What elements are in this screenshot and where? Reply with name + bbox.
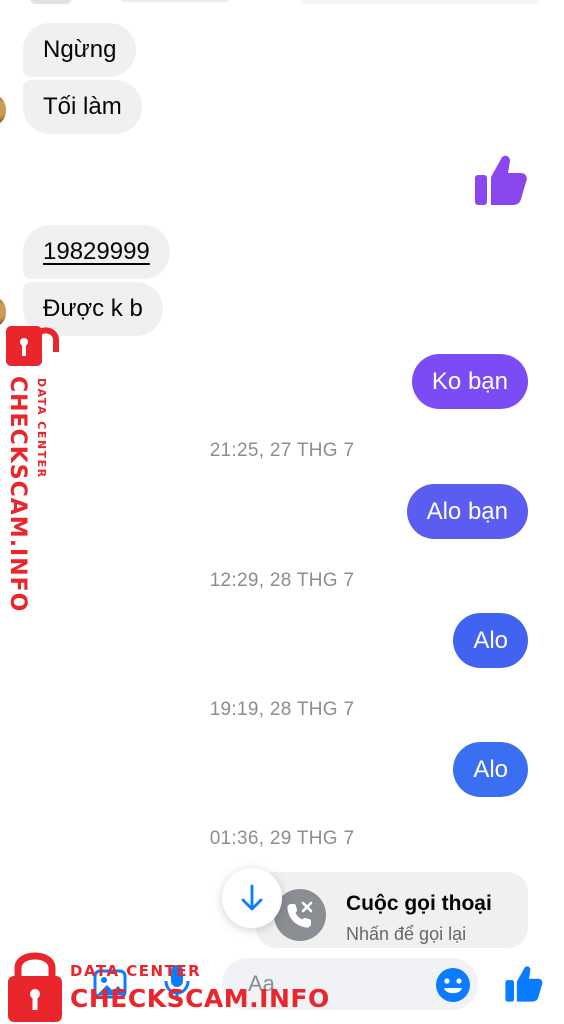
watermark-brand-vertical: CHECKSCAM.INFO (5, 376, 30, 613)
call-card-subtitle: Nhấn để gọi lại (346, 924, 467, 944)
timestamp: 12:29, 28 THG 7 (209, 570, 355, 591)
clipped-avatar-top (30, 0, 72, 4)
clipped-header-top (300, 0, 540, 4)
timestamp: 19:19, 28 THG 7 (209, 699, 355, 720)
thumbs-up-icon (505, 966, 543, 1002)
send-like-button[interactable] (504, 963, 544, 1003)
timestamp: 01:36, 29 THG 7 (209, 828, 355, 849)
smiley-icon[interactable] (434, 966, 472, 1004)
padlock-icon (2, 322, 62, 370)
watermark-tagline-vertical: DATA CENTER (35, 378, 48, 479)
thumbs-up-icon[interactable] (473, 151, 529, 207)
padlock-icon (4, 948, 66, 1024)
watermark-brand: CHECKSCAM.INFO (70, 984, 330, 1013)
message-bubble-incoming[interactable]: 19829999 (23, 225, 170, 279)
call-card-title: Cuộc gọi thoại (346, 892, 492, 915)
message-bubble-outgoing[interactable]: Alo (453, 613, 528, 668)
scroll-to-bottom-button[interactable] (222, 868, 282, 928)
message-bubble-incoming[interactable]: Tối làm (23, 80, 142, 134)
timestamp: 21:25, 27 THG 7 (209, 440, 355, 461)
message-bubble-outgoing[interactable]: Alo bạn (406, 484, 528, 539)
message-bubble-outgoing[interactable]: Alo (453, 742, 528, 797)
clipped-text-top (120, 0, 230, 2)
phone-number-link[interactable]: 19829999 (43, 240, 150, 264)
watermark-tagline: DATA CENTER (70, 962, 202, 980)
message-bubble-outgoing[interactable]: Ko bạn (411, 354, 528, 409)
sender-avatar[interactable] (0, 96, 6, 124)
message-bubble-incoming[interactable]: Ngừng (23, 23, 137, 77)
arrow-down-icon (241, 884, 263, 911)
